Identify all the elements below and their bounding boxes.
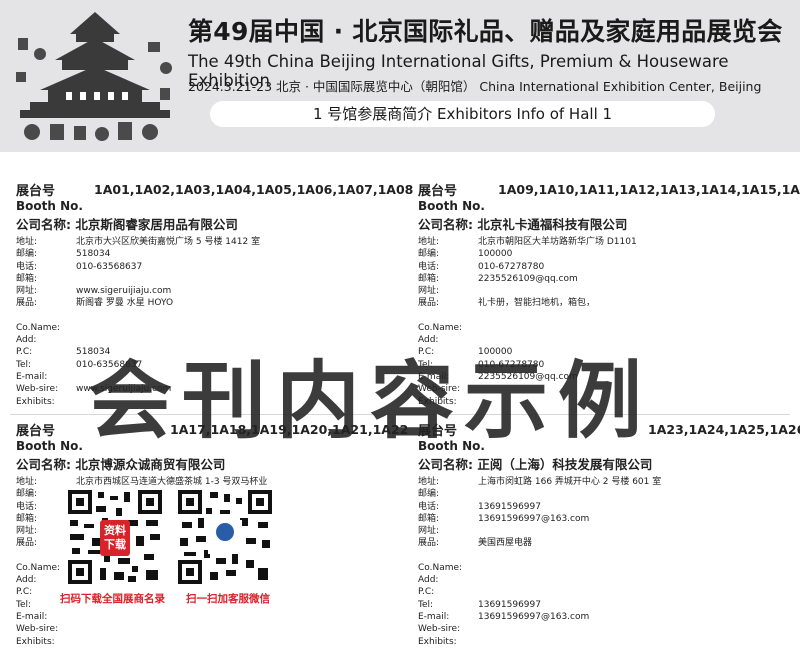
postcode-row: 邮编: <box>418 489 440 500</box>
tel-row: 电话: 010-63568637 <box>16 261 143 272</box>
qr-code-icon <box>176 488 274 586</box>
postcode-row: 邮编: 100000 <box>418 249 513 260</box>
booth-numbers: 1A23,1A24,1A25,1A26 <box>648 422 800 437</box>
booth-label-en: Booth No. <box>16 199 83 213</box>
address-row: 地址: 北京市西城区马连道大德盛茶城 1-3 号双马杯业 <box>16 477 268 487</box>
exhibits-row: 展品: 斯阁睿 罗曼 水星 HOYO <box>16 298 174 309</box>
website-en-row: Web-sire: <box>418 624 461 635</box>
website-en-row: Web-sire: <box>16 624 59 635</box>
exhibits-en-row: Exhibits: <box>418 636 457 647</box>
booth-numbers: 1A09,1A10,1A11,1A12,1A13,1A14,1A15,1A16 <box>498 182 800 197</box>
booth-label-en: Booth No. <box>418 199 485 213</box>
exhibition-title-zh: 第49届中国 · 北京国际礼品、赠品及家庭用品展览会 <box>188 17 783 46</box>
co-name-row: Co.Name: <box>418 562 463 573</box>
add-row: Add: <box>418 575 439 586</box>
web-row: 网址: <box>418 526 440 537</box>
sample-watermark: 会刊内容示例 <box>88 352 653 450</box>
pc-row: P.C: <box>418 587 435 598</box>
exhibits-en-row: Exhibits: <box>16 636 55 647</box>
download-badge: 资料下载 <box>100 520 130 556</box>
tel-en-row: Tel: 13691596997 <box>418 599 541 610</box>
exhibits-row: 展品: 美国西屋电器 <box>418 538 533 549</box>
exhibitor-card: 展台号 Booth No. 1A23,1A24,1A25,1A26 公司名称: … <box>418 423 800 648</box>
company-name: 公司名称: 北京礼卡通福科技有限公司 <box>418 217 628 232</box>
co-name-row: Co.Name: <box>16 322 61 333</box>
hall-info-banner: 1 号馆参展商简介 Exhibitors Info of Hall 1 <box>210 101 715 127</box>
tel-row: 电话: 010-67278780 <box>418 261 545 272</box>
email-row: 邮箱: 2235526109@qq.com <box>418 273 578 284</box>
service-qr-code[interactable] <box>176 488 274 586</box>
email-row: 邮箱: 13691596997@163.com <box>418 513 590 524</box>
address-row: 地址: 北京市朝阳区大羊坊路新华广场 D1101 <box>418 237 637 247</box>
address-row: 地址: 上海市闵虹路 166 弄城开中心 2 号楼 601 室 <box>418 477 662 487</box>
co-name-row: Co.Name: <box>418 322 463 333</box>
exhibits-row: 展品: 礼卡册，智能扫地机，箱包， <box>418 298 596 309</box>
address-row: 地址: 北京市大兴区欣美街嘉悦广场 5 号楼 1412 室 <box>16 237 261 247</box>
company-name: 公司名称: 北京博源众诚商贸有限公司 <box>16 457 226 472</box>
service-logo-icon <box>216 523 234 541</box>
tel-row: 电话: 13691596997 <box>418 501 541 512</box>
email-en-row: E-mail: 13691596997@163.com <box>418 611 590 622</box>
email-en-row: E-mail: <box>16 611 48 622</box>
postcode-row: 邮编: 518034 <box>16 249 111 260</box>
download-qr-caption: 扫码下载全国展商名录 <box>60 593 165 605</box>
email-row: 邮箱: <box>16 273 38 284</box>
catalog-header: 第49届中国 · 北京国际礼品、赠品及家庭用品展览会 The 49th Chin… <box>0 0 800 152</box>
service-qr-caption: 扫一扫加客服微信 <box>186 593 270 605</box>
exhibition-date-venue: 2024.3.21-23 北京 · 中国国际展览中心（朝阳馆） China In… <box>188 79 762 94</box>
booth-numbers: 1A01,1A02,1A03,1A04,1A05,1A06,1A07,1A08 <box>94 182 414 197</box>
web-row: 网址: <box>418 286 440 297</box>
company-name: 公司名称: 正阅（上海）科技发展有限公司 <box>418 457 653 472</box>
temple-of-heaven-logo <box>16 12 172 141</box>
company-name: 公司名称: 北京斯阁睿家居用品有限公司 <box>16 217 238 232</box>
web-row: 网址: www.sigeruijiaju.com <box>16 286 172 297</box>
